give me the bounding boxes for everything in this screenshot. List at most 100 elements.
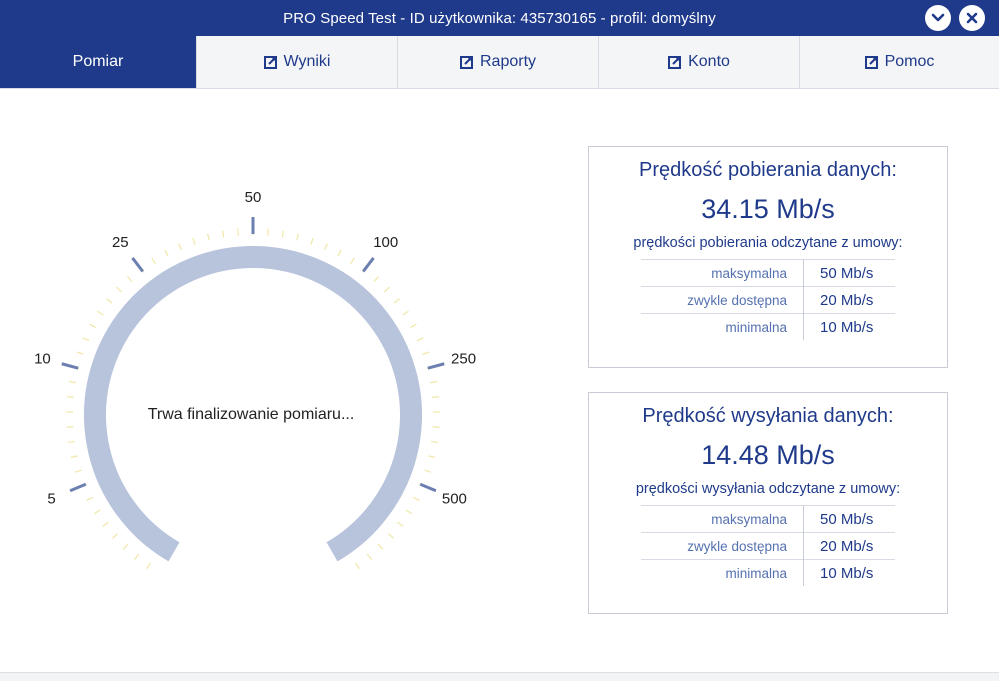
table-row: zwykle dostępna 20 Mb/s <box>641 533 895 560</box>
gauge-minor-tick <box>428 456 435 458</box>
row-value: 20 Mb/s <box>804 287 896 314</box>
gauge-minor-tick <box>374 276 379 281</box>
row-value: 50 Mb/s <box>804 506 896 533</box>
gauge-minor-tick <box>432 397 439 398</box>
gauge-minor-tick <box>417 338 423 341</box>
gauge-minor-tick <box>388 534 393 539</box>
tab-pomiar[interactable]: Pomiar <box>0 36 196 88</box>
download-speed-value: 34.15 Mb/s <box>589 194 947 225</box>
upload-contract-label: prędkości wysyłania odczytane z umowy: <box>589 481 947 497</box>
row-value: 10 Mb/s <box>804 560 896 587</box>
gauge-minor-tick <box>67 397 74 398</box>
gauge-minor-tick <box>223 230 224 237</box>
gauge-minor-tick <box>238 229 239 236</box>
external-link-icon <box>668 55 682 69</box>
gauge-minor-tick <box>398 522 404 526</box>
gauge-minor-tick <box>98 311 104 315</box>
gauge-scale-label: 50 <box>245 189 262 206</box>
close-button[interactable] <box>959 5 985 31</box>
gauge-scale-label: 500 <box>442 490 467 507</box>
gauge-major-tick <box>70 484 86 491</box>
gauge-minor-tick <box>134 554 138 559</box>
gauge-graphic: 051025501002505001000 Trwa finalizowanie… <box>20 170 520 570</box>
gauge-minor-tick <box>208 234 210 241</box>
table-row: maksymalna 50 Mb/s <box>641 506 895 533</box>
tab-raporty[interactable]: Raporty <box>397 36 598 88</box>
tab-label: Pomoc <box>885 53 935 71</box>
row-value: 20 Mb/s <box>804 533 896 560</box>
gauge-minor-tick <box>351 258 355 264</box>
title-bar: PRO Speed Test - ID użytkownika: 4357301… <box>0 0 999 36</box>
gauge-major-tick <box>420 484 436 491</box>
gauge-minor-tick <box>94 510 100 514</box>
row-label: zwykle dostępna <box>641 287 804 314</box>
gauge-minor-tick <box>179 243 182 249</box>
tab-label: Raporty <box>480 53 536 71</box>
gauge-minor-tick <box>123 544 128 549</box>
download-contract-label: prędkości pobierania odczytane z umowy: <box>589 235 947 251</box>
gauge-minor-tick <box>77 352 84 354</box>
gauge-minor-tick <box>103 522 109 526</box>
row-value: 10 Mb/s <box>804 314 896 341</box>
gauge-minor-tick <box>403 311 409 315</box>
upload-heading: Prędkość wysyłania danych: <box>589 405 947 428</box>
gauge-minor-tick <box>325 243 328 249</box>
table-row: maksymalna 50 Mb/s <box>641 260 895 287</box>
chevron-down-icon <box>931 13 945 23</box>
gauge-scale-label: 250 <box>451 351 476 368</box>
gauge-scale-label: 5 <box>47 490 55 507</box>
tab-label: Konto <box>688 53 730 71</box>
row-label: maksymalna <box>641 260 804 287</box>
gauge-minor-tick <box>112 534 117 539</box>
gauge-minor-tick <box>68 441 75 442</box>
gauge-minor-tick <box>378 544 383 549</box>
gauge-minor-tick <box>87 497 93 500</box>
external-link-icon <box>865 55 879 69</box>
gauge-major-tick <box>62 364 78 368</box>
gauge-minor-tick <box>297 234 299 241</box>
gauge-minor-tick <box>69 382 76 383</box>
close-icon <box>966 12 978 24</box>
gauge-minor-tick <box>311 238 313 245</box>
speed-gauge: 051025501002505001000 Trwa finalizowanie… <box>20 170 520 570</box>
gauge-major-tick <box>428 364 444 368</box>
gauge-minor-tick <box>431 441 438 442</box>
upload-contract-table: maksymalna 50 Mb/s zwykle dostępna 20 Mb… <box>641 505 895 586</box>
gauge-minor-tick <box>268 229 269 236</box>
gauge-scale-label: 25 <box>112 234 129 251</box>
main-tabs: Pomiar Wyniki Raporty Konto Pomoc <box>0 36 999 89</box>
gauge-minor-tick <box>424 470 431 472</box>
gauge-minor-tick <box>422 352 429 354</box>
gauge-minor-tick <box>165 250 168 256</box>
gauge-minor-tick <box>75 470 82 472</box>
gauge-minor-tick <box>193 238 195 245</box>
row-label: minimalna <box>641 560 804 587</box>
row-label: zwykle dostępna <box>641 533 804 560</box>
gauge-scale-label: 100 <box>373 234 398 251</box>
tab-label: Pomiar <box>73 53 124 71</box>
gauge-track <box>95 257 411 552</box>
gauge-major-tick <box>363 258 373 271</box>
gauge-minor-tick <box>413 497 419 500</box>
minimize-button[interactable] <box>925 5 951 31</box>
table-row: minimalna 10 Mb/s <box>641 560 895 587</box>
table-row: minimalna 10 Mb/s <box>641 314 895 341</box>
gauge-minor-tick <box>152 258 156 264</box>
upload-panel: Prędkość wysyłania danych: 14.48 Mb/s pr… <box>588 392 948 614</box>
gauge-status-text: Trwa finalizowanie pomiaru... <box>148 406 355 423</box>
row-label: minimalna <box>641 314 804 341</box>
tab-konto[interactable]: Konto <box>598 36 799 88</box>
gauge-minor-tick <box>90 324 96 327</box>
row-label: maksymalna <box>641 506 804 533</box>
tab-pomoc[interactable]: Pomoc <box>799 36 999 88</box>
gauge-minor-tick <box>384 287 389 292</box>
window-title: PRO Speed Test - ID użytkownika: 4357301… <box>283 10 716 27</box>
external-link-icon <box>460 55 474 69</box>
gauge-minor-tick <box>83 338 89 341</box>
tab-wyniki[interactable]: Wyniki <box>196 36 397 88</box>
tab-label: Wyniki <box>284 53 331 71</box>
download-contract-table: maksymalna 50 Mb/s zwykle dostępna 20 Mb… <box>641 259 895 340</box>
gauge-minor-tick <box>367 554 371 559</box>
gauge-minor-tick <box>282 230 283 237</box>
row-value: 50 Mb/s <box>804 260 896 287</box>
